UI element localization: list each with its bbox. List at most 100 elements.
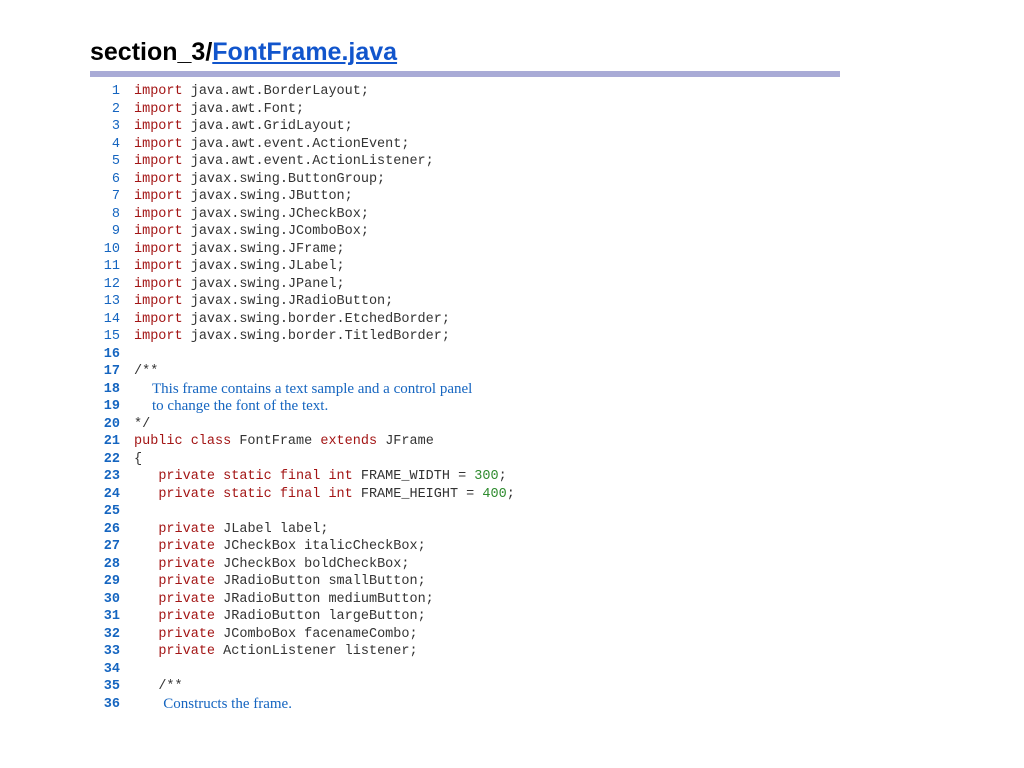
- line-number: 28: [90, 556, 134, 574]
- code-line: 14import javax.swing.border.EtchedBorder…: [90, 311, 1024, 329]
- code-content: /**: [134, 363, 158, 381]
- code-content: /**: [134, 678, 183, 696]
- code-content: import java.awt.BorderLayout;: [134, 83, 369, 101]
- line-number: 14: [90, 311, 134, 329]
- code-line: 17/**: [90, 363, 1024, 381]
- line-number: 25: [90, 503, 134, 521]
- code-line: 11import javax.swing.JLabel;: [90, 258, 1024, 276]
- code-content: import javax.swing.border.TitledBorder;: [134, 328, 450, 346]
- code-line: 13import javax.swing.JRadioButton;: [90, 293, 1024, 311]
- code-content: import java.awt.event.ActionListener;: [134, 153, 434, 171]
- line-number: 29: [90, 573, 134, 591]
- code-content: import java.awt.event.ActionEvent;: [134, 136, 409, 154]
- code-line: 5import java.awt.event.ActionListener;: [90, 153, 1024, 171]
- code-line: 4import java.awt.event.ActionEvent;: [90, 136, 1024, 154]
- line-number: 17: [90, 363, 134, 381]
- code-content: private static final int FRAME_HEIGHT = …: [134, 486, 515, 504]
- line-number: 2: [90, 101, 134, 119]
- code-content: import javax.swing.JButton;: [134, 188, 353, 206]
- code-line: 3import java.awt.GridLayout;: [90, 118, 1024, 136]
- line-number: 36: [90, 696, 134, 714]
- line-number: 20: [90, 416, 134, 434]
- line-number: 8: [90, 206, 134, 224]
- code-content: private static final int FRAME_WIDTH = 3…: [134, 468, 507, 486]
- code-content: private JRadioButton mediumButton;: [134, 591, 434, 609]
- line-number: 4: [90, 136, 134, 154]
- code-line: 29 private JRadioButton smallButton;: [90, 573, 1024, 591]
- line-number: 7: [90, 188, 134, 206]
- line-number: 21: [90, 433, 134, 451]
- code-content: {: [134, 451, 142, 469]
- line-number: 26: [90, 521, 134, 539]
- code-content: import javax.swing.JComboBox;: [134, 223, 369, 241]
- code-content: import javax.swing.JFrame;: [134, 241, 345, 259]
- code-content: import javax.swing.JLabel;: [134, 258, 345, 276]
- line-number: 32: [90, 626, 134, 644]
- code-content: [134, 346, 142, 364]
- line-number: 30: [90, 591, 134, 609]
- code-content: public class FontFrame extends JFrame: [134, 433, 434, 451]
- code-line: 23 private static final int FRAME_WIDTH …: [90, 468, 1024, 486]
- code-content: private JCheckBox boldCheckBox;: [134, 556, 409, 574]
- line-number: 9: [90, 223, 134, 241]
- code-content: private ActionListener listener;: [134, 643, 418, 661]
- line-number: 6: [90, 171, 134, 189]
- code-line: 1import java.awt.BorderLayout;: [90, 83, 1024, 101]
- title-prefix: section_3/: [90, 38, 212, 66]
- code-content: Constructs the frame.: [134, 696, 292, 714]
- code-content: private JLabel label;: [134, 521, 328, 539]
- code-line: 28 private JCheckBox boldCheckBox;: [90, 556, 1024, 574]
- code-line: 15import javax.swing.border.TitledBorder…: [90, 328, 1024, 346]
- code-content: import java.awt.Font;: [134, 101, 304, 119]
- title-link[interactable]: FontFrame.java: [212, 38, 397, 66]
- line-number: 3: [90, 118, 134, 136]
- code-content: import javax.swing.JPanel;: [134, 276, 345, 294]
- line-number: 5: [90, 153, 134, 171]
- code-content: import javax.swing.JCheckBox;: [134, 206, 369, 224]
- code-content: private JComboBox facenameCombo;: [134, 626, 418, 644]
- code-line: 7import javax.swing.JButton;: [90, 188, 1024, 206]
- code-line: 33 private ActionListener listener;: [90, 643, 1024, 661]
- code-line: 32 private JComboBox facenameCombo;: [90, 626, 1024, 644]
- code-content: import javax.swing.JRadioButton;: [134, 293, 393, 311]
- line-number: 18: [90, 381, 134, 399]
- code-content: private JRadioButton smallButton;: [134, 573, 426, 591]
- line-number: 10: [90, 241, 134, 259]
- page-title: section_3/FontFrame.java: [90, 38, 1024, 67]
- code-line: 10import javax.swing.JFrame;: [90, 241, 1024, 259]
- code-line: 36 Constructs the frame.: [90, 696, 1024, 714]
- code-line: 34: [90, 661, 1024, 679]
- line-number: 15: [90, 328, 134, 346]
- code-content: to change the font of the text.: [134, 398, 328, 416]
- line-number: 35: [90, 678, 134, 696]
- code-line: 18This frame contains a text sample and …: [90, 381, 1024, 399]
- code-line: 12import javax.swing.JPanel;: [90, 276, 1024, 294]
- code-content: import javax.swing.border.EtchedBorder;: [134, 311, 450, 329]
- code-content: private JRadioButton largeButton;: [134, 608, 426, 626]
- line-number: 16: [90, 346, 134, 364]
- code-content: */: [134, 416, 150, 434]
- line-number: 33: [90, 643, 134, 661]
- code-content: [134, 503, 142, 521]
- code-line: 9import javax.swing.JComboBox;: [90, 223, 1024, 241]
- code-content: This frame contains a text sample and a …: [134, 381, 472, 399]
- code-line: 2import java.awt.Font;: [90, 101, 1024, 119]
- code-line: 19to change the font of the text.: [90, 398, 1024, 416]
- line-number: 11: [90, 258, 134, 276]
- code-content: import javax.swing.ButtonGroup;: [134, 171, 385, 189]
- code-line: 35 /**: [90, 678, 1024, 696]
- line-number: 19: [90, 398, 134, 416]
- line-number: 13: [90, 293, 134, 311]
- line-number: 34: [90, 661, 134, 679]
- code-content: private JCheckBox italicCheckBox;: [134, 538, 426, 556]
- line-number: 12: [90, 276, 134, 294]
- code-line: 27 private JCheckBox italicCheckBox;: [90, 538, 1024, 556]
- code-content: import java.awt.GridLayout;: [134, 118, 353, 136]
- code-line: 21public class FontFrame extends JFrame: [90, 433, 1024, 451]
- code-line: 8import javax.swing.JCheckBox;: [90, 206, 1024, 224]
- line-number: 24: [90, 486, 134, 504]
- line-number: 1: [90, 83, 134, 101]
- line-number: 23: [90, 468, 134, 486]
- code-line: 6import javax.swing.ButtonGroup;: [90, 171, 1024, 189]
- code-line: 24 private static final int FRAME_HEIGHT…: [90, 486, 1024, 504]
